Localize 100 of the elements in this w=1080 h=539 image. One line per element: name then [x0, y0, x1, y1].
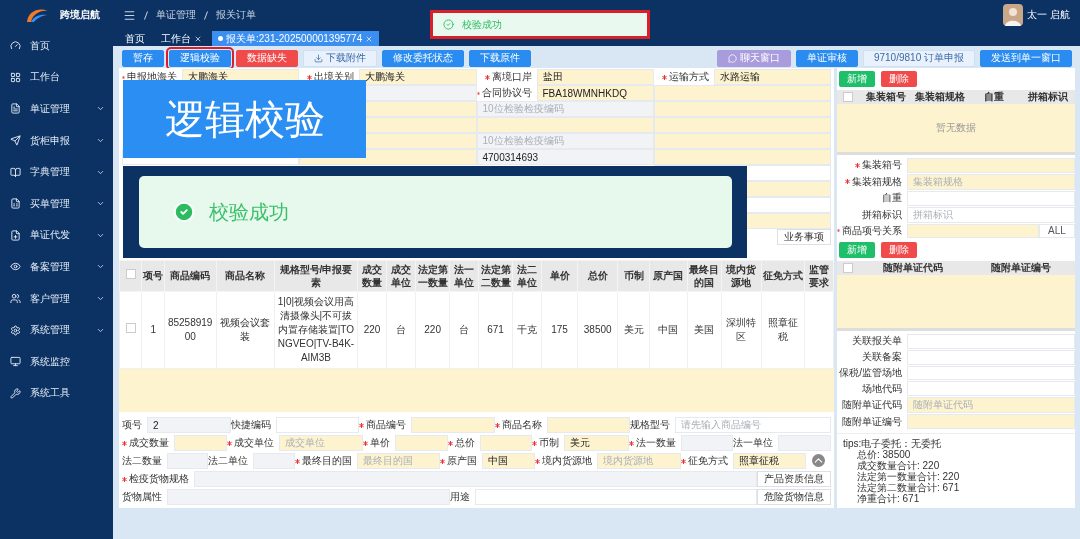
input-field[interactable]	[907, 157, 1075, 173]
input-field[interactable]: 水路运输	[713, 69, 831, 85]
toolbar-button[interactable]: 下载附件	[303, 49, 377, 67]
input-field[interactable]: 盐田	[536, 69, 654, 85]
input-field[interactable]	[907, 381, 1075, 397]
close-icon[interactable]	[194, 34, 202, 43]
input-field[interactable]: 中国	[482, 453, 536, 469]
field-label: 法二数量	[122, 454, 163, 468]
input-field[interactable]: 大鹏海关	[359, 69, 477, 85]
input-field[interactable]	[907, 365, 1075, 381]
sidebar-item[interactable]: 客户管理	[0, 282, 113, 315]
checkbox[interactable]	[843, 92, 853, 102]
input-field[interactable]	[907, 190, 1075, 206]
input-field[interactable]	[167, 453, 209, 469]
table-cell: 38500	[577, 291, 618, 369]
action-button[interactable]: 危险货物信息	[757, 489, 831, 505]
user-name[interactable]: 太一 启航	[1027, 8, 1070, 22]
sidebar-item[interactable]: 系统管理	[0, 314, 113, 346]
input-field[interactable]	[474, 489, 757, 505]
input-field[interactable]	[479, 435, 533, 451]
field-label: 用途	[449, 490, 471, 504]
input-field[interactable]	[546, 417, 631, 433]
sidebar-item[interactable]: 系统工具	[0, 377, 113, 410]
checkbox[interactable]	[843, 263, 853, 274]
delete-button[interactable]: 删除	[881, 242, 917, 259]
sidebar-item[interactable]: 单证管理	[0, 93, 113, 125]
input-field[interactable]: 4700314693	[476, 149, 654, 165]
field-label: 境内货源地	[535, 453, 598, 469]
input-field[interactable]	[395, 435, 448, 451]
checkbox[interactable]	[125, 269, 136, 280]
field-label: 法一单位	[733, 436, 775, 450]
input-field[interactable]	[253, 453, 295, 469]
avatar[interactable]	[1003, 4, 1024, 26]
table-cell: 671	[478, 291, 513, 369]
success-icon	[443, 19, 454, 30]
field-label: 集装箱规格	[837, 173, 907, 190]
required-icon	[363, 440, 369, 446]
required-icon	[855, 162, 860, 168]
input-field[interactable]	[174, 435, 227, 451]
sidebar-item[interactable]: 买单管理	[0, 187, 113, 220]
required-icon	[122, 74, 125, 80]
required-icon	[494, 422, 500, 428]
success-message: 校验成功	[139, 176, 732, 248]
sidebar-item[interactable]: 单证代发	[0, 219, 113, 252]
input-field[interactable]	[778, 435, 832, 451]
field-label: 商品编号	[359, 417, 412, 433]
delete-button[interactable]: 删除	[881, 71, 917, 87]
field-label: 关联报关单	[851, 334, 903, 349]
input-field[interactable]	[653, 101, 831, 117]
sidebar-item[interactable]: 货柜申报	[0, 124, 113, 157]
input-field[interactable]: 美元	[564, 435, 629, 451]
tip-line: tips:电子委托：无委托	[843, 438, 943, 449]
collapse-icon[interactable]	[811, 454, 825, 467]
page-tab[interactable]: 首页	[119, 31, 151, 46]
field-label: 关联备案	[861, 350, 903, 365]
toolbar-button[interactable]: 9710/9810 订单申报	[862, 49, 975, 67]
menu-icon[interactable]	[123, 8, 136, 22]
required-icon	[122, 476, 127, 482]
page-tab[interactable]: 工作台	[155, 31, 208, 46]
action-button[interactable]: 业务事项	[777, 229, 831, 245]
sidebar-item[interactable]: 系统监控	[0, 345, 113, 378]
menu-icon	[10, 387, 21, 399]
breadcrumb-item[interactable]: 报关订单	[216, 8, 256, 22]
input-field[interactable]: FBA18WMNHKDQ	[536, 85, 654, 101]
input-field[interactable]	[653, 149, 831, 165]
field-addon[interactable]: ALL	[1039, 223, 1075, 239]
input-field[interactable]: 照章征税	[732, 453, 806, 469]
sidebar-item[interactable]: 首页	[0, 30, 113, 62]
input-field[interactable]	[275, 417, 360, 433]
input-field[interactable]	[907, 223, 1039, 239]
tip-line: 法定第二数量合计: 671	[856, 482, 961, 493]
tip-line: 成交数量合计: 220	[856, 460, 941, 471]
required-icon	[226, 440, 232, 446]
input-field[interactable]	[907, 333, 1075, 349]
input-field[interactable]	[194, 471, 757, 487]
field-label: 合同协议号	[476, 85, 537, 101]
column-header: 集装箱号	[865, 90, 907, 104]
sidebar-item[interactable]: 工作台	[0, 61, 113, 94]
sidebar-item[interactable]: 备案管理	[0, 251, 113, 283]
input-field[interactable]	[653, 85, 831, 101]
input-field[interactable]	[476, 117, 654, 133]
sidebar-item[interactable]: 字典管理	[0, 156, 113, 188]
field-label: 总价	[447, 435, 480, 451]
breadcrumb-item[interactable]: 单证管理	[156, 8, 196, 22]
input-field[interactable]	[680, 435, 734, 451]
field-label: 离境口岸	[476, 69, 537, 85]
toolbar-button[interactable]: 数据缺失	[236, 49, 298, 67]
column-header: 随附单证编号	[990, 261, 1052, 276]
input-field[interactable]	[167, 489, 450, 505]
input-field[interactable]	[653, 133, 831, 149]
input-field[interactable]	[907, 349, 1075, 365]
field-label: 规格型号	[630, 418, 672, 432]
input-field[interactable]: 2	[147, 417, 231, 433]
column-header: 规格型号/申报要素	[274, 260, 358, 292]
input-field[interactable]	[411, 417, 495, 433]
checkbox[interactable]	[125, 322, 136, 333]
input-field[interactable]	[653, 117, 831, 133]
input-field[interactable]	[907, 414, 1075, 429]
action-button[interactable]: 产品资质信息	[757, 471, 831, 487]
field-label: 拼箱标识	[861, 207, 903, 222]
